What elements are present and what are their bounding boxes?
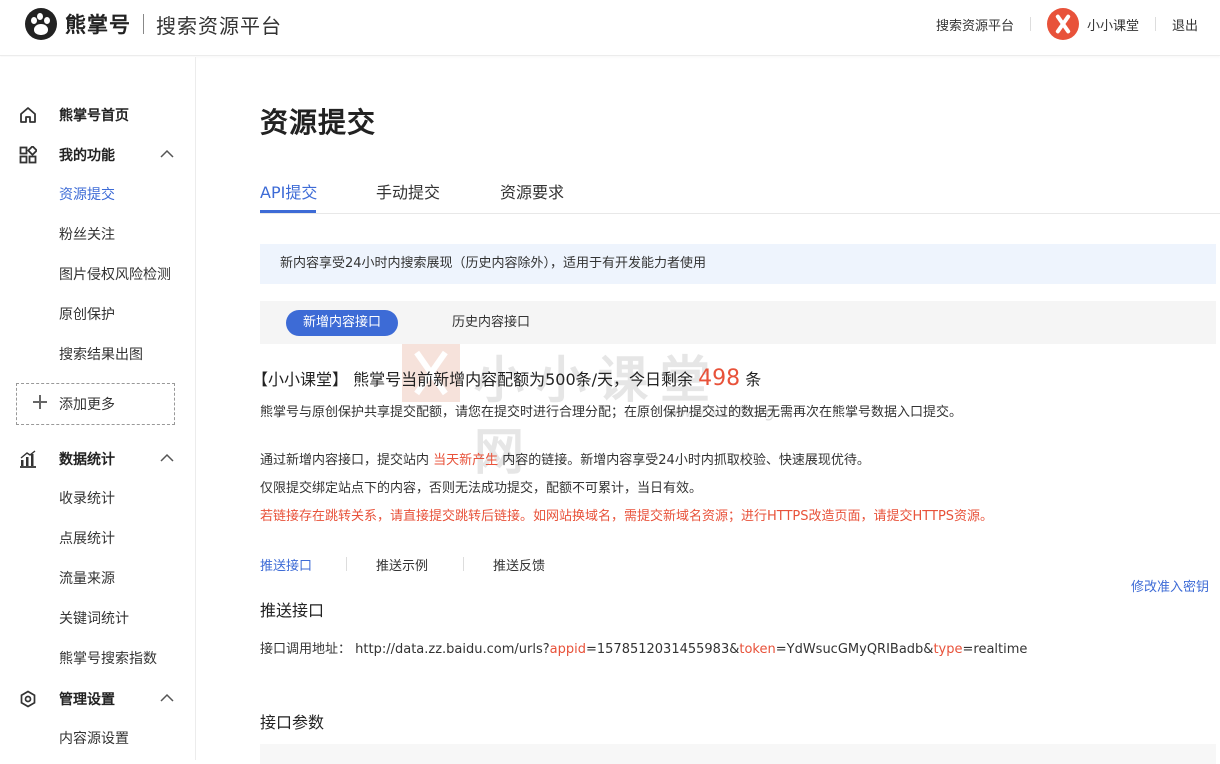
quota-prefix: 【小小课堂】 熊掌号当前新增内容配额为500条/天，今日剩余 — [252, 370, 699, 389]
subtab-bar: 新增内容接口 历史内容接口 — [260, 301, 1216, 344]
section-title: 接口参数 — [260, 713, 325, 732]
param-value: =realtime — [962, 642, 1028, 657]
chevron-up-icon[interactable] — [160, 149, 174, 159]
brand-name: 熊掌号 — [65, 13, 131, 37]
tab-api-submit[interactable]: API提交 — [260, 179, 317, 203]
api-label: 接口调用地址： — [260, 642, 352, 657]
quota-suffix: 条 — [740, 370, 762, 389]
info-text: 通过新增内容接口，提交站内 — [260, 453, 434, 468]
param-key: type — [933, 642, 963, 657]
subtab-new-content[interactable]: 新增内容接口 — [286, 310, 398, 336]
platform-link[interactable]: 搜索资源平台 — [936, 15, 1014, 34]
plus-icon — [33, 395, 47, 409]
sidebar-group-label: 我的功能 — [59, 148, 115, 164]
brand-logo[interactable]: 熊掌号 搜索资源平台 — [25, 8, 282, 40]
sidebar-item-home[interactable]: 熊掌号首页 — [0, 103, 195, 127]
add-more-label: 添加更多 — [59, 397, 115, 413]
share-note: 熊掌号与原创保护共享提交配额，请您在提交时进行合理分配；在原创保护提交过的数据无… — [260, 405, 963, 420]
quota-line: 【小小课堂】 熊掌号当前新增内容配额为500条/天，今日剩余 498 条 — [252, 366, 761, 391]
chart-icon — [20, 450, 36, 468]
section-title: 推送接口 — [260, 601, 325, 620]
param-value: =1578512031455983& — [586, 642, 740, 657]
highlight-text: 当天新产生 — [433, 453, 499, 468]
sidebar-item-resource-submit[interactable]: 资源提交 — [59, 184, 115, 204]
header-divider — [1029, 17, 1031, 31]
tab-push-example[interactable]: 推送示例 — [376, 555, 428, 574]
params-table — [260, 744, 1216, 764]
tab-bar: API提交 手动提交 资源要求 — [260, 167, 1220, 214]
warning-line: 若链接存在跳转关系，请直接提交跳转后链接。如网站换域名，需提交新域名资源；进行H… — [260, 509, 994, 524]
api-base: http://data.zz.baidu.com/urls? — [355, 642, 550, 657]
tab-push-api[interactable]: 推送接口 — [260, 555, 312, 574]
active-tab-indicator — [260, 210, 316, 213]
sidebar-item-click-stats[interactable]: 点展统计 — [59, 528, 115, 548]
add-more-button[interactable]: 添加更多 — [16, 383, 175, 425]
sidebar-item-search-index[interactable]: 熊掌号搜索指数 — [59, 648, 157, 668]
chevron-up-icon[interactable] — [160, 693, 174, 703]
top-header: 熊掌号 搜索资源平台 搜索资源平台 小小课堂 退出 — [0, 0, 1220, 56]
sidebar: 熊掌号首页 我的功能 资源提交 粉丝关注 图片侵权风险检测 原创保护 搜索结果出… — [0, 57, 196, 760]
tab-manual-submit[interactable]: 手动提交 — [376, 179, 440, 203]
main-content: 资源提交 API提交 手动提交 资源要求 新内容享受24小时内搜索展现（历史内容… — [196, 57, 1220, 764]
info-notice: 新内容享受24小时内搜索展现（历史内容除外），适用于有开发能力者使用 — [260, 244, 1216, 284]
sidebar-group-settings[interactable]: 管理设置 — [0, 687, 195, 711]
avatar[interactable] — [1046, 8, 1079, 40]
tab-push-feedback[interactable]: 推送反馈 — [493, 555, 545, 574]
logo-divider — [143, 14, 144, 34]
param-value: =YdWsucGMyQRIBadb& — [775, 642, 934, 657]
paw-icon — [25, 8, 57, 40]
logout-link[interactable]: 退出 — [1172, 15, 1198, 34]
sidebar-item-content-source[interactable]: 内容源设置 — [59, 728, 129, 748]
sidebar-item-original[interactable]: 原创保护 — [59, 304, 115, 324]
sidebar-item-image-risk[interactable]: 图片侵权风险检测 — [59, 264, 171, 284]
settings-hexagon-icon — [20, 690, 36, 708]
sidebar-group-stats[interactable]: 数据统计 — [0, 447, 195, 471]
param-key: token — [739, 642, 776, 657]
info-line: 仅限提交绑定站点下的内容，否则无法成功提交，配额不可累计，当日有效。 — [260, 481, 703, 496]
sidebar-item-traffic[interactable]: 流量来源 — [59, 568, 115, 588]
sidebar-home-label: 熊掌号首页 — [59, 108, 129, 124]
chevron-up-icon[interactable] — [160, 453, 174, 463]
sidebar-item-search-image[interactable]: 搜索结果出图 — [59, 344, 143, 364]
info-line: 通过新增内容接口，提交站内 当天新产生 内容的链接。新增内容享受24小时内抓取校… — [260, 449, 870, 468]
modify-key-link[interactable]: 修改准入密钥 — [1131, 576, 1209, 595]
page-title: 资源提交 — [260, 106, 377, 139]
tab-divider — [463, 557, 464, 571]
tab-resource-requirements[interactable]: 资源要求 — [500, 179, 564, 203]
grid-icon — [19, 146, 37, 164]
sidebar-group-label: 管理设置 — [59, 692, 115, 708]
sidebar-item-keywords[interactable]: 关键词统计 — [59, 608, 129, 628]
header-divider — [1154, 17, 1156, 31]
username[interactable]: 小小课堂 — [1087, 15, 1139, 34]
platform-name: 搜索资源平台 — [156, 13, 282, 38]
param-key: appid — [549, 642, 586, 657]
sidebar-group-functions[interactable]: 我的功能 — [0, 143, 195, 167]
sidebar-group-label: 数据统计 — [59, 452, 115, 468]
home-icon — [20, 107, 36, 123]
info-text: 内容的链接。新增内容享受24小时内抓取校验、快速展现优待。 — [498, 453, 870, 468]
header-user-area: 搜索资源平台 小小课堂 退出 — [936, 8, 1198, 40]
tab-divider — [346, 557, 347, 571]
api-url-line: 接口调用地址： http://data.zz.baidu.com/urls?ap… — [260, 638, 1027, 657]
sidebar-item-index-stats[interactable]: 收录统计 — [59, 488, 115, 508]
subtab-history-content[interactable]: 历史内容接口 — [452, 310, 530, 336]
quota-remaining: 498 — [698, 366, 741, 391]
sidebar-item-fans[interactable]: 粉丝关注 — [59, 224, 115, 244]
